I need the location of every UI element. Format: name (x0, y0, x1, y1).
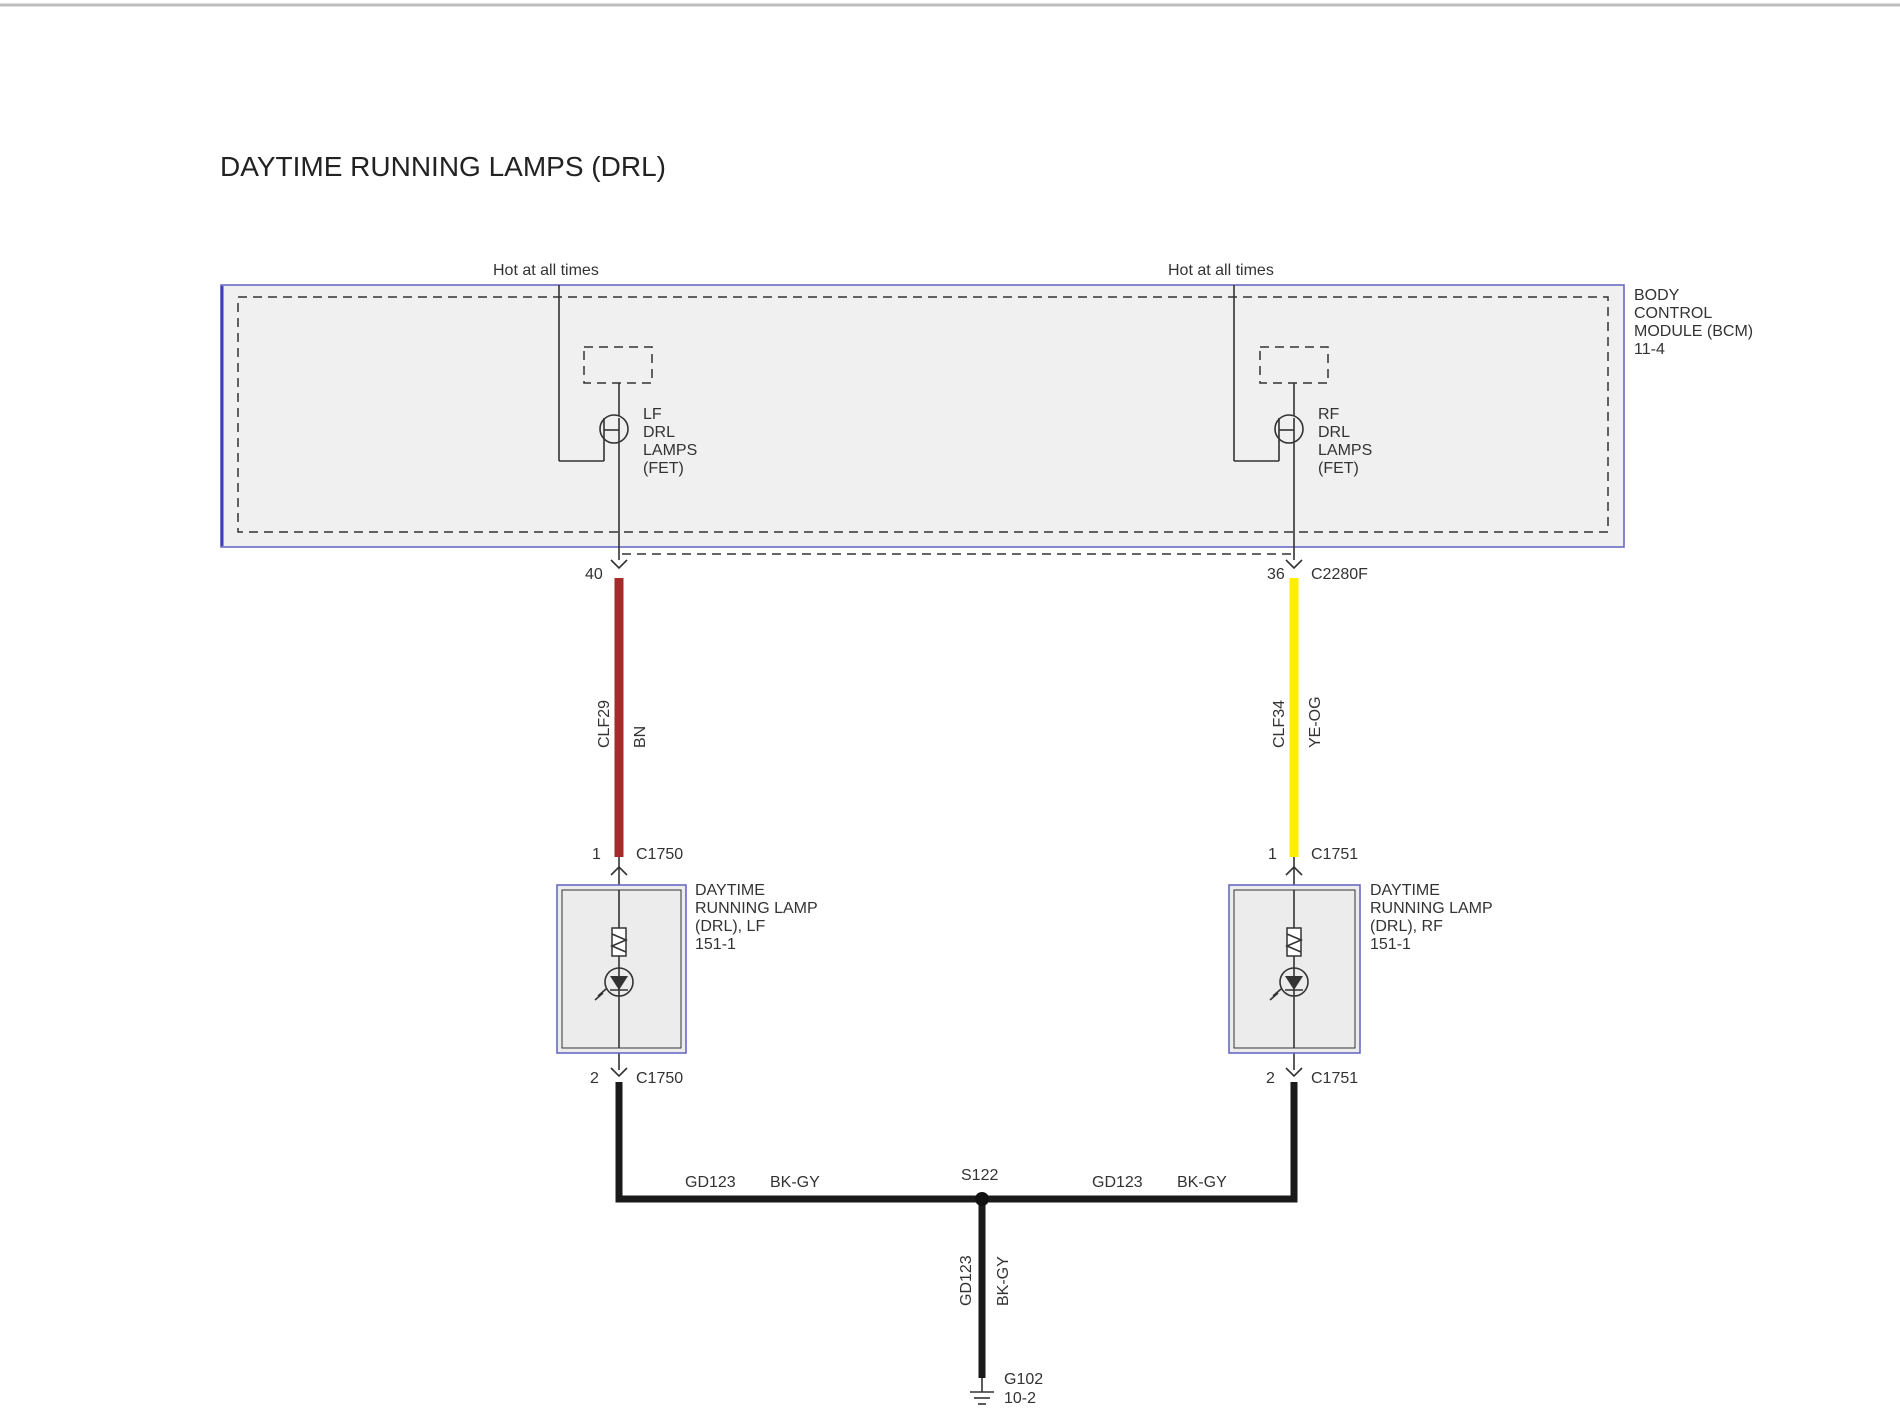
bcm-connector-label: C2280F (1311, 566, 1368, 583)
bcm-label-line-4: 11-4 (1634, 341, 1665, 358)
splice-s122-icon (975, 1192, 989, 1206)
rf-fet-label-line-2: DRL (1318, 424, 1350, 441)
rf-lamp-bottom-connector-label: C1751 (1311, 1070, 1358, 1087)
ground-left-color-label: BK-GY (770, 1174, 820, 1191)
lf-lamp-label-line-2: RUNNING LAMP (695, 900, 818, 917)
bcm-pin-36-label: 36 (1267, 566, 1285, 583)
hot-at-all-times-right: Hot at all times (1168, 262, 1274, 279)
bcm-pin-36-connector-icon (1285, 559, 1303, 570)
ground-right-color-label: BK-GY (1177, 1174, 1227, 1191)
rf-lamp-label-line-4: 151-1 (1370, 936, 1411, 953)
lf-lamp-top-connector-label: C1750 (636, 846, 683, 863)
lf-lamp-pin-2-label: 2 (590, 1070, 599, 1087)
bcm-pin-40-label: 40 (585, 566, 603, 583)
ground-left-circuit-label: GD123 (685, 1174, 736, 1191)
bcm-label-line-1: BODY (1634, 287, 1680, 304)
bcm-pin-40-connector-icon (610, 559, 628, 570)
lf-drl-lamp (556, 884, 687, 1054)
wire-right-color-label: YE-OG (1307, 696, 1324, 748)
lf-fet-label-line-2: DRL (643, 424, 675, 441)
rf-fet-label-line-1: RF (1318, 406, 1340, 423)
ground-label-line-1: G102 (1004, 1371, 1043, 1388)
ground-down-color-label: BK-GY (995, 1256, 1012, 1306)
ground-symbol-icon (970, 1378, 994, 1405)
lf-lamp-bottom-connector-label: C1750 (636, 1070, 683, 1087)
lf-lamp-label-line-1: DAYTIME (695, 882, 765, 899)
rf-lamp-label-line-3: (DRL), RF (1370, 918, 1443, 935)
diagram-title: DAYTIME RUNNING LAMPS (DRL) (220, 151, 666, 182)
lf-lamp-pin-1-label: 1 (592, 846, 601, 863)
ground-label-line-2: 10-2 (1004, 1390, 1036, 1407)
ground-right-circuit-label: GD123 (1092, 1174, 1143, 1191)
lf-fet-label-line-4: (FET) (643, 460, 684, 477)
lf-lamp-label-line-4: 151-1 (695, 936, 736, 953)
wire-right-circuit-label: CLF34 (1271, 700, 1288, 748)
lf-fet-label-line-1: LF (643, 406, 662, 423)
hot-at-all-times-left: Hot at all times (493, 262, 599, 279)
bcm-label-line-3: MODULE (BCM) (1634, 323, 1753, 340)
rf-fet-label-line-4: (FET) (1318, 460, 1359, 477)
wiring-diagram: DAYTIME RUNNING LAMPS (DRL) BODY CONTROL… (0, 3, 1900, 1407)
lf-lamp-label-line-3: (DRL), LF (695, 918, 765, 935)
wire-left-circuit-label: CLF29 (596, 700, 613, 748)
bcm-module (220, 284, 1625, 555)
lf-fet-label-line-3: LAMPS (643, 442, 697, 459)
rf-fet-label-line-3: LAMPS (1318, 442, 1372, 459)
rf-lamp-top-connector-label: C1751 (1311, 846, 1358, 863)
bcm-label-line-2: CONTROL (1634, 305, 1712, 322)
rf-lamp-pin-2-label: 2 (1266, 1070, 1275, 1087)
splice-label: S122 (961, 1167, 998, 1184)
rf-drl-lamp (1228, 884, 1361, 1054)
rf-lamp-label-line-2: RUNNING LAMP (1370, 900, 1493, 917)
ground-down-circuit-label: GD123 (958, 1255, 975, 1306)
wire-left-color-label: BN (632, 726, 649, 748)
rf-lamp-label-line-1: DAYTIME (1370, 882, 1440, 899)
rf-lamp-pin-1-label: 1 (1268, 846, 1277, 863)
